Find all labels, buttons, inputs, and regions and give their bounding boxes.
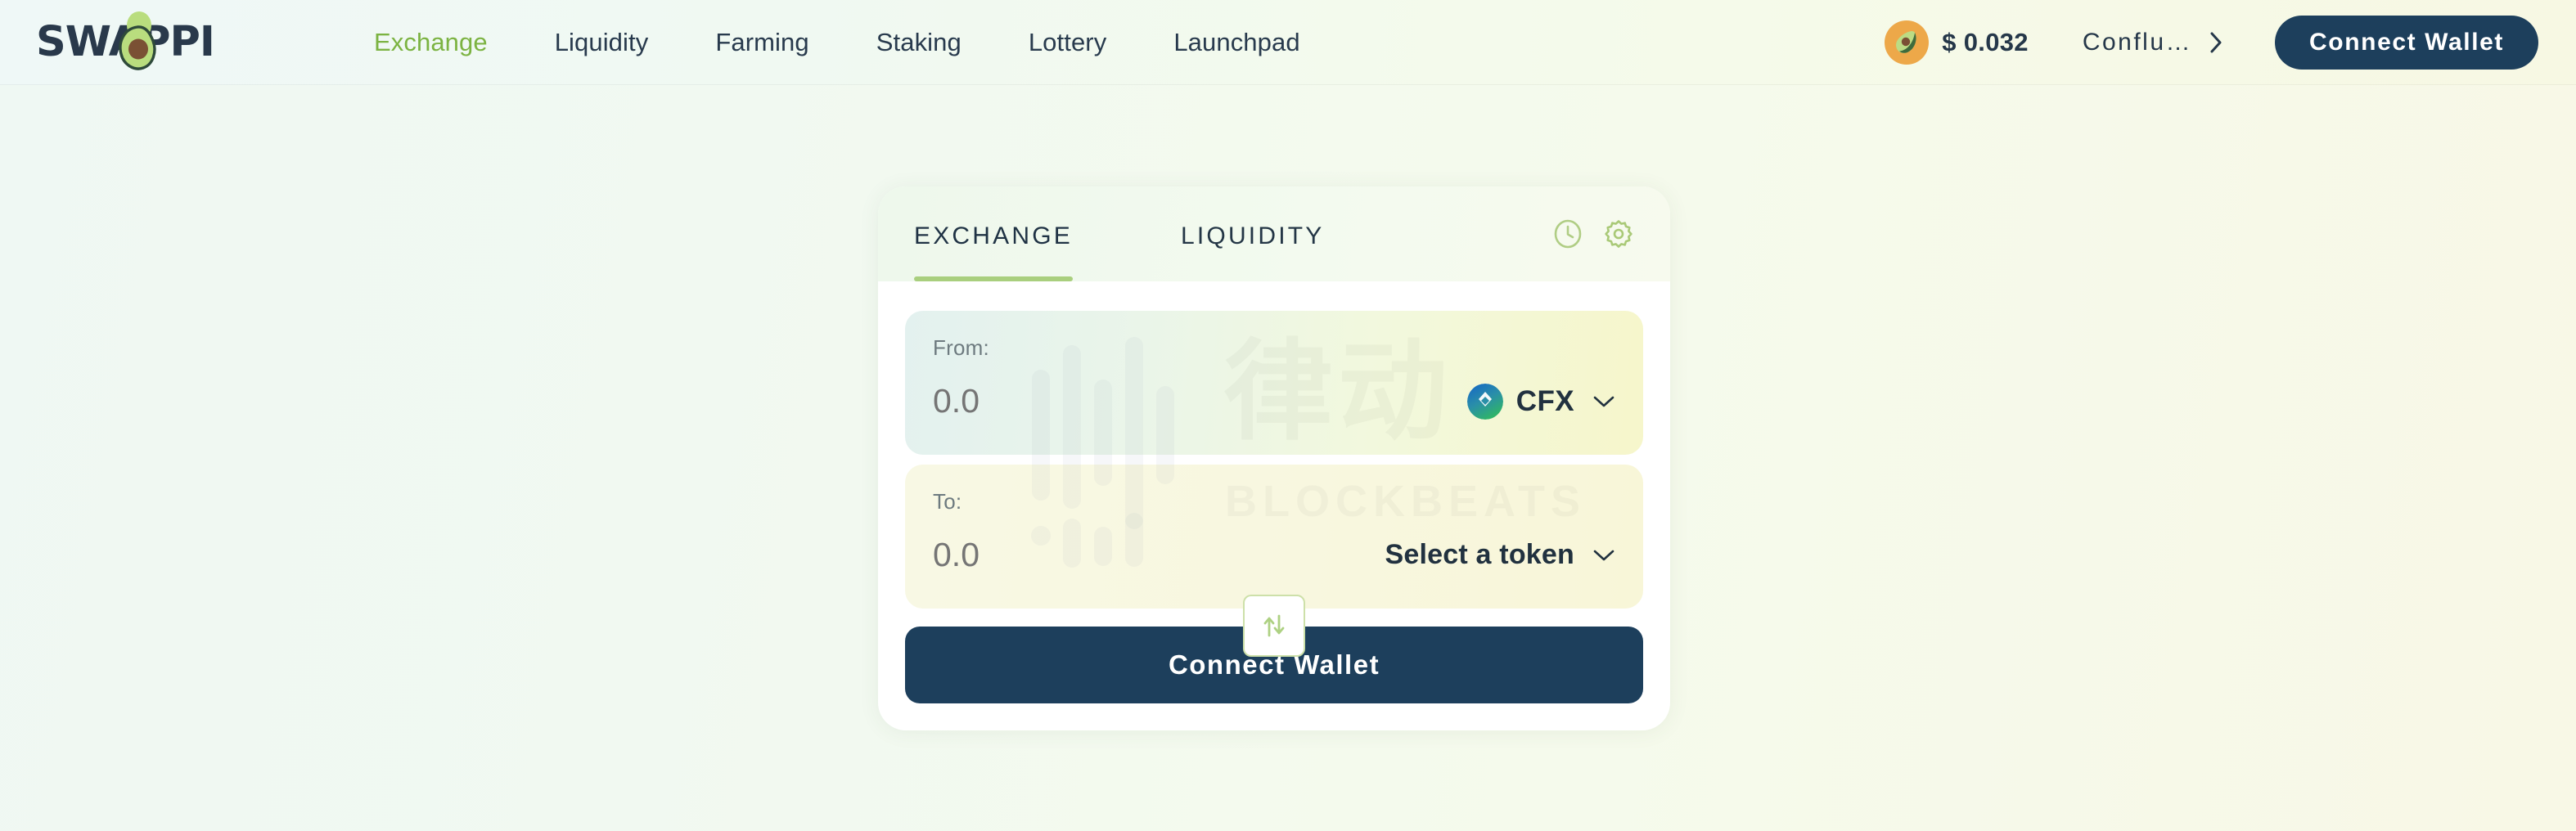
- cfx-token-icon: [1466, 383, 1503, 420]
- site-header: SWAPPI Exchange Liquidity Farming Stakin…: [0, 0, 2576, 85]
- from-label: From:: [933, 335, 989, 360]
- tab-liquidity[interactable]: LIQUIDITY: [1181, 186, 1325, 281]
- settings-gear-icon[interactable]: [1603, 218, 1634, 249]
- nav-item-lottery[interactable]: Lottery: [995, 0, 1140, 85]
- token-price-value: $ 0.032: [1942, 27, 2029, 56]
- from-token-symbol: CFX: [1515, 384, 1574, 417]
- avocado-icon: [119, 11, 156, 70]
- tab-exchange[interactable]: EXCHANGE: [914, 186, 1073, 281]
- network-name: Conflu…: [2082, 28, 2193, 56]
- history-clock-icon[interactable]: [1552, 218, 1583, 249]
- connect-wallet-header-button[interactable]: Connect Wallet: [2275, 15, 2538, 70]
- chevron-right-icon: [2210, 32, 2222, 52]
- to-token-placeholder: Select a token: [1385, 539, 1574, 570]
- to-token-selector[interactable]: Select a token: [1385, 539, 1615, 571]
- swap-card-tabs: EXCHANGE LIQUIDITY: [878, 186, 1670, 281]
- chevron-down-icon: [1593, 396, 1615, 407]
- to-panel: To: Select a token: [905, 465, 1643, 609]
- nav-item-launchpad[interactable]: Launchpad: [1140, 0, 1333, 85]
- to-row: Select a token: [933, 536, 1615, 574]
- from-row: CFX: [933, 382, 1615, 420]
- nav-item-farming[interactable]: Farming: [682, 0, 842, 85]
- from-panel: From: 0.0 CFX: [905, 311, 1643, 455]
- swap-direction-toggle[interactable]: [1243, 595, 1305, 657]
- swap-vertical-arrows-icon: [1263, 614, 1285, 637]
- token-price-badge[interactable]: $ 0.032: [1876, 16, 2037, 70]
- main-content: EXCHANGE LIQUIDITY From: 0.0 CFX To: 0.0…: [0, 85, 2576, 831]
- header-right-cluster: $ 0.032 Conflu… Connect Wallet: [1876, 15, 2538, 70]
- nav-item-exchange[interactable]: Exchange: [340, 0, 521, 85]
- to-amount-input[interactable]: [933, 536, 1375, 574]
- from-token-selector[interactable]: CFX: [1466, 383, 1615, 420]
- nav-item-liquidity[interactable]: Liquidity: [521, 0, 682, 85]
- logo-mark: SWAPPI: [36, 11, 239, 70]
- brand-logo[interactable]: SWAPPI: [36, 0, 239, 85]
- to-label: To:: [933, 489, 962, 514]
- from-amount-input[interactable]: [933, 382, 1375, 420]
- swap-card: EXCHANGE LIQUIDITY From: 0.0 CFX To: 0.0…: [878, 186, 1670, 730]
- chevron-down-icon: [1593, 550, 1615, 560]
- avocado-token-icon: [1885, 20, 1930, 65]
- network-selector[interactable]: Conflu…: [2076, 24, 2229, 61]
- swap-card-body: From: 0.0 CFX To: 0.0 Select a token Con…: [878, 281, 1670, 730]
- swap-card-tool-icons: [1552, 218, 1634, 249]
- nav-item-staking[interactable]: Staking: [843, 0, 995, 85]
- main-navigation: Exchange Liquidity Farming Staking Lotte…: [340, 0, 1334, 85]
